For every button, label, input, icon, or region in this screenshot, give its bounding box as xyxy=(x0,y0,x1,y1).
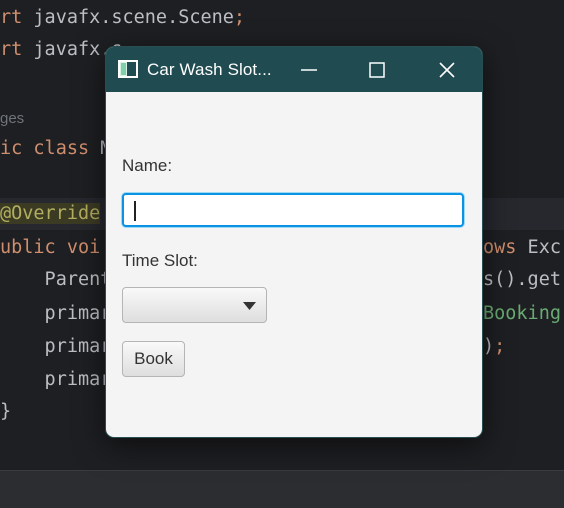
code-line: rt javafx.scene.Scene; xyxy=(0,7,246,28)
name-field[interactable] xyxy=(122,193,464,227)
java-app-icon xyxy=(118,60,138,78)
close-button[interactable] xyxy=(422,47,472,92)
minimize-button[interactable] xyxy=(284,47,334,92)
code-line: ows Exc xyxy=(483,237,561,258)
minimize-icon xyxy=(301,69,317,71)
name-input[interactable] xyxy=(124,195,462,225)
form-area: Name: Time Slot: Book xyxy=(106,92,482,437)
maximize-icon xyxy=(369,62,385,78)
close-icon xyxy=(439,62,455,78)
code-line: s().get xyxy=(483,269,561,290)
name-label: Name: xyxy=(122,156,173,175)
ide-status-bar xyxy=(0,470,564,508)
title-bar[interactable]: Car Wash Slot... xyxy=(106,47,482,92)
code-line: Booking xyxy=(483,303,561,324)
timeslot-label: Time Slot: xyxy=(122,251,198,270)
maximize-button[interactable] xyxy=(352,47,402,92)
timeslot-combobox[interactable] xyxy=(122,287,267,323)
book-button[interactable]: Book xyxy=(122,341,185,377)
chevron-down-icon xyxy=(243,302,256,310)
code-line: ); xyxy=(483,336,506,357)
text-caret xyxy=(134,201,136,221)
window-title: Car Wash Slot... xyxy=(147,60,272,79)
car-wash-window: Car Wash Slot... Name: Time Slot: Book xyxy=(105,46,483,438)
